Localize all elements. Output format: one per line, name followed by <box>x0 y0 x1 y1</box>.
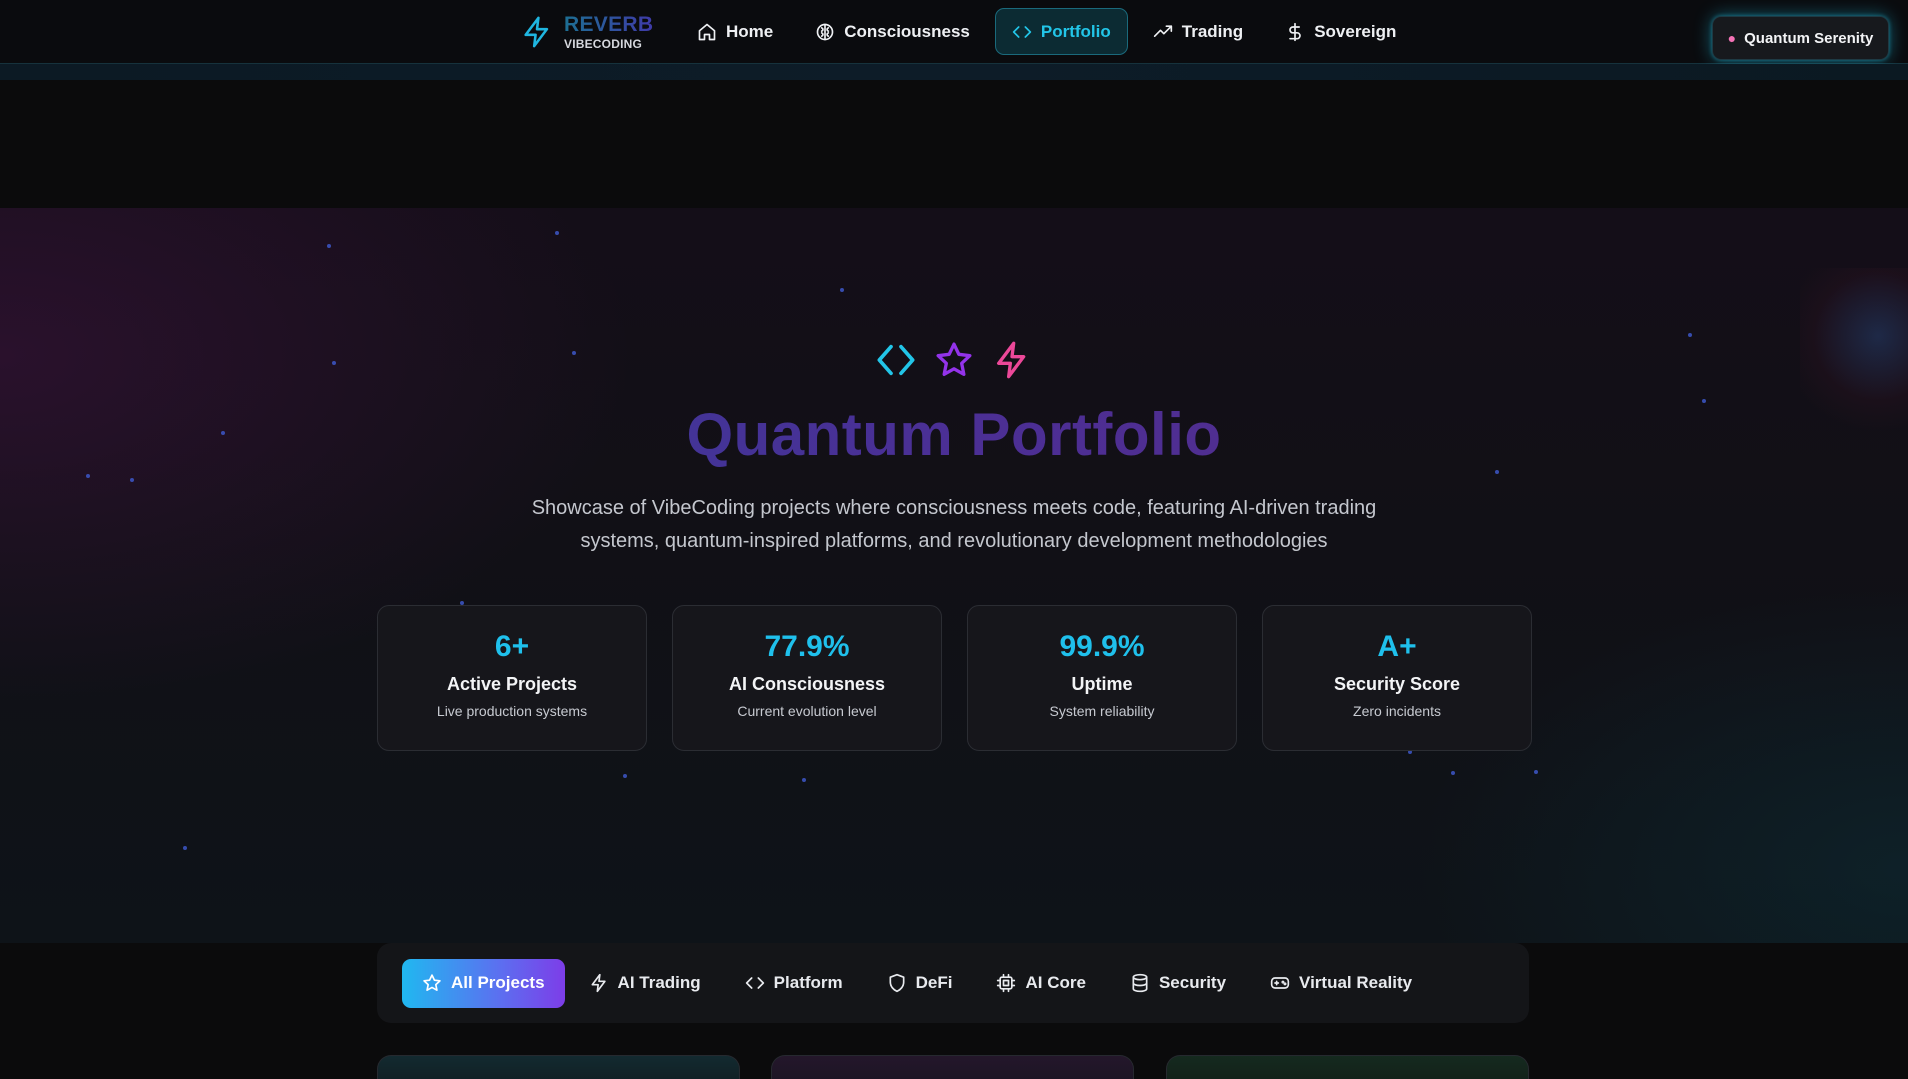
stat-value: A+ <box>1377 630 1417 663</box>
star-particle <box>555 231 559 235</box>
star-particle <box>1534 770 1538 774</box>
home-icon <box>698 23 716 40</box>
project-card[interactable] <box>1166 1055 1529 1079</box>
code-icon <box>877 344 915 376</box>
theme-mode-button[interactable]: ● Quantum Serenity <box>1712 16 1889 60</box>
filter-label: Virtual Reality <box>1299 973 1413 992</box>
stat-card-security-score: A+ Security Score Zero incidents <box>1262 605 1532 751</box>
star-particle <box>183 846 187 850</box>
filter-label: AI Core <box>1025 973 1086 992</box>
nav-item-label: Home <box>726 21 774 41</box>
brand-name: REVERB <box>564 13 654 36</box>
brand-subtitle: VIBECODING <box>564 37 643 51</box>
gamepad-icon <box>1270 977 1290 989</box>
database-icon <box>1132 973 1148 993</box>
nav-accent-strip <box>0 64 1908 80</box>
nav-item-portfolio[interactable]: Portfolio <box>994 8 1128 55</box>
cpu-icon <box>997 973 1016 993</box>
star-particle <box>1495 470 1499 474</box>
code-icon <box>1012 25 1032 38</box>
nav-links: Home Consciousness Portfolio Trading Sov… <box>680 8 1413 55</box>
code-icon <box>745 977 764 989</box>
nav-item-label: Portfolio <box>1040 21 1111 41</box>
star-particle <box>840 288 844 292</box>
zap-icon <box>591 973 606 993</box>
page-title: Quantum Portfolio <box>0 400 1908 469</box>
stat-card-active-projects: 6+ Active Projects Live production syste… <box>377 605 647 751</box>
project-card[interactable] <box>377 1055 740 1079</box>
dollar-icon <box>1289 22 1301 41</box>
trending-up-icon <box>1153 24 1172 37</box>
star-icon <box>423 974 441 991</box>
brand-logo[interactable]: REVERB VIBECODING <box>520 14 653 50</box>
stat-value: 6+ <box>494 630 530 663</box>
nav-item-trading[interactable]: Trading <box>1136 8 1260 55</box>
star-particle <box>623 774 627 778</box>
hero-section <box>0 208 1908 943</box>
stat-label: Active Projects <box>446 674 578 694</box>
stats-row: 6+ Active Projects Live production syste… <box>377 605 1532 751</box>
shield-icon <box>889 973 905 993</box>
nav-item-label: Consciousness <box>844 21 970 41</box>
star-particle <box>1451 771 1455 775</box>
filter-ai-trading[interactable]: AI Trading <box>569 959 721 1008</box>
filter-security[interactable]: Security <box>1110 959 1246 1008</box>
star-particle <box>130 478 134 482</box>
stat-value: 77.9% <box>764 630 850 663</box>
filter-label: AI Trading <box>617 973 701 992</box>
star-particle <box>86 474 90 478</box>
top-nav: REVERB VIBECODING Home Consciousness Por… <box>0 0 1908 64</box>
filter-virtual-reality[interactable]: Virtual Reality <box>1250 959 1432 1008</box>
nav-item-consciousness[interactable]: Consciousness <box>798 8 987 55</box>
star-particle <box>572 351 576 355</box>
filter-label: All Projects <box>451 973 545 992</box>
zap-icon <box>997 341 1026 379</box>
nav-item-label: Sovereign <box>1314 21 1397 41</box>
star-particle <box>1688 333 1692 337</box>
stat-value: 99.9% <box>1059 630 1145 663</box>
project-card[interactable] <box>771 1055 1134 1079</box>
hero-icon-row <box>876 340 1032 380</box>
stat-label: Uptime <box>1071 674 1133 694</box>
filter-platform[interactable]: Platform <box>725 959 863 1008</box>
filter-ai-core[interactable]: AI Core <box>976 959 1105 1008</box>
filter-all-projects[interactable]: All Projects <box>402 958 565 1008</box>
stat-card-uptime: 99.9% Uptime System reliability <box>967 605 1237 751</box>
brain-icon: ● <box>1727 30 1737 46</box>
star-icon <box>936 342 972 376</box>
filter-label: Platform <box>773 973 843 992</box>
lightning-bolt-icon <box>524 16 549 48</box>
star-particle <box>802 778 806 782</box>
star-particle <box>332 361 336 365</box>
brain-icon <box>816 23 834 40</box>
stat-description: Live production systems <box>436 703 588 719</box>
page-subtitle: Showcase of VibeCoding projects where co… <box>531 497 1377 552</box>
stat-label: AI Consciousness <box>728 674 886 694</box>
theme-mode-label: Quantum Serenity <box>1744 29 1874 47</box>
star-particle <box>327 244 331 248</box>
stat-description: System reliability <box>1049 703 1155 719</box>
category-filter-bar: All Projects AI Trading Platform DeFi AI… <box>377 943 1529 1023</box>
stat-label: Security Score <box>1333 674 1461 694</box>
stat-card-ai-consciousness: 77.9% AI Consciousness Current evolution… <box>672 605 942 751</box>
nav-item-sovereign[interactable]: Sovereign <box>1268 8 1413 55</box>
nav-item-label: Trading <box>1181 21 1244 41</box>
filter-label: DeFi <box>915 973 953 992</box>
stat-description: Current evolution level <box>737 703 877 719</box>
filter-label: Security <box>1158 973 1227 992</box>
nav-item-home[interactable]: Home <box>680 8 790 55</box>
filter-defi[interactable]: DeFi <box>867 959 973 1008</box>
stat-description: Zero incidents <box>1353 703 1441 719</box>
